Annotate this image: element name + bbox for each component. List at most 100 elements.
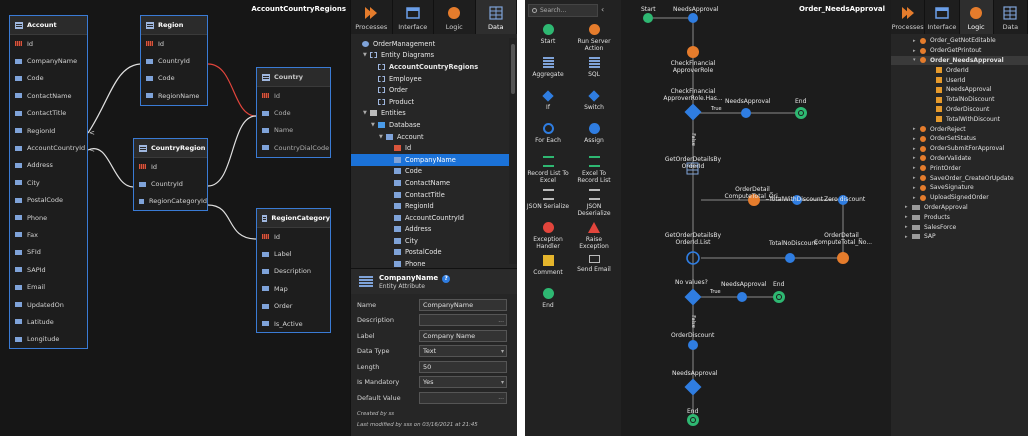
caret-icon[interactable]: ▾: [913, 57, 920, 63]
tree-item[interactable]: OrderDiscount: [891, 105, 1028, 115]
tree-item[interactable]: ▸ OrderReject: [891, 124, 1028, 134]
caret-icon[interactable]: ▼: [363, 110, 370, 116]
node-get-order-details-list[interactable]: GetOrderDetailsBy OrderId.List: [661, 232, 725, 246]
node-check-has-role[interactable]: CheckFinancial ApproverRole.Has...: [659, 88, 727, 102]
entity-attribute-row[interactable]: Is_Active: [257, 315, 330, 332]
caret-icon[interactable]: ▸: [905, 234, 912, 240]
entity-attribute-row[interactable]: Fax: [10, 226, 87, 243]
toolbox-item[interactable]: If: [525, 90, 571, 111]
toolbox-item[interactable]: Record List To Excel: [525, 156, 571, 184]
tree-item[interactable]: ▾ Order_NeedsApproval: [891, 55, 1028, 66]
help-icon[interactable]: ?: [442, 274, 451, 283]
logic-tree[interactable]: ▸ Order_GetNotEditable ▸ OrderGetPrintout ▾ O…: [891, 34, 1028, 436]
node-needs-approval-mid[interactable]: NeedsApproval: [725, 98, 770, 105]
tree-item[interactable]: Employee: [351, 73, 509, 85]
tree-item[interactable]: ▸ SAP: [891, 232, 1028, 242]
toolbox-item[interactable]: Switch: [571, 90, 617, 111]
entity-attribute-row[interactable]: Code: [141, 70, 207, 87]
entity-attribute-row[interactable]: CompanyName: [10, 52, 87, 69]
tree-item[interactable]: ▸ UploadSignedOrder: [891, 193, 1028, 203]
entity-attribute-row[interactable]: Address: [10, 157, 87, 174]
entity-attribute-row[interactable]: Email: [10, 278, 87, 295]
toolbox-item[interactable]: Start: [525, 24, 571, 45]
caret-icon[interactable]: ▸: [913, 136, 920, 142]
entity-attribute-row[interactable]: Latitude: [10, 313, 87, 330]
toolbox-item[interactable]: SQL: [571, 57, 617, 78]
entity-attribute-row[interactable]: Id: [10, 35, 87, 52]
tree-item[interactable]: PostalCode: [351, 247, 509, 259]
tree-item[interactable]: UserId: [891, 75, 1028, 85]
tree-item[interactable]: Code: [351, 166, 509, 178]
node-no-values[interactable]: No values?: [675, 279, 708, 286]
toolbox-item[interactable]: JSON Deserialize: [571, 189, 617, 217]
toolbox-item[interactable]: End: [525, 288, 571, 309]
tree-item[interactable]: ▸ OrderValidate: [891, 154, 1028, 164]
entity-country-region[interactable]: CountryRegion Id CountryId RegionCategoryI…: [133, 138, 208, 212]
tree-item[interactable]: TotalWithDiscount: [891, 114, 1028, 124]
entity-attribute-row[interactable]: SFId: [10, 244, 87, 261]
tree-item[interactable]: OrderManagement: [351, 38, 509, 50]
property-value-field[interactable]: Yes: [419, 376, 507, 389]
entity-attribute-row[interactable]: RegionName: [141, 87, 207, 104]
caret-icon[interactable]: ▸: [913, 38, 920, 44]
caret-icon[interactable]: ▼: [379, 134, 386, 140]
caret-icon[interactable]: ▸: [913, 165, 920, 171]
entity-attribute-row[interactable]: AccountCountryId: [10, 139, 87, 156]
tree-item[interactable]: ▸ Products: [891, 212, 1028, 222]
entity-attribute-row[interactable]: CountryId: [134, 175, 207, 192]
property-value-field[interactable]: 50: [419, 360, 507, 373]
toolbox-item[interactable]: Exception Handler: [525, 222, 571, 250]
entity-attribute-row[interactable]: Id: [257, 87, 330, 104]
caret-icon[interactable]: ▸: [913, 48, 920, 54]
entity-attribute-row[interactable]: Id: [141, 35, 207, 52]
toolbox-item[interactable]: Excel To Record List: [571, 156, 617, 184]
entity-attribute-row[interactable]: Code: [10, 70, 87, 87]
tree-item[interactable]: ▸ SaveOrder_CreateOrUpdate: [891, 173, 1028, 183]
tree-item[interactable]: Address: [351, 224, 509, 236]
node-order-discount[interactable]: OrderDiscount: [671, 332, 714, 339]
node-start[interactable]: Start: [641, 6, 656, 13]
caret-icon[interactable]: ▼: [363, 52, 370, 58]
tree-item[interactable]: AccountCountryRegions: [351, 61, 509, 73]
node-check-financial[interactable]: CheckFinancial ApproverRole: [667, 60, 719, 74]
tab-data[interactable]: Data: [475, 0, 517, 34]
entity-account[interactable]: Account Id CompanyName Code ContactName Cont…: [9, 15, 88, 350]
toolbox-item[interactable]: JSON Serialize: [525, 189, 571, 210]
tree-item[interactable]: Id: [351, 142, 509, 154]
tree-item[interactable]: TotalNoDiscount: [891, 95, 1028, 105]
node-needs-approval-low[interactable]: NeedsApproval: [721, 281, 766, 288]
toolbox-item[interactable]: For Each: [525, 123, 571, 144]
entity-attribute-row[interactable]: Code: [257, 104, 330, 121]
node-total-with-discount[interactable]: TotalWithDiscount: [769, 196, 823, 203]
caret-icon[interactable]: ▸: [905, 204, 912, 210]
tab-logic[interactable]: Logic: [959, 0, 994, 34]
node-end-3[interactable]: End: [687, 408, 698, 415]
property-value-field[interactable]: Company Name: [419, 329, 507, 342]
entity-attribute-row[interactable]: Phone: [10, 209, 87, 226]
toolbox-item[interactable]: Comment: [525, 255, 571, 276]
caret-icon[interactable]: ▸: [913, 155, 920, 161]
entity-attribute-row[interactable]: RegionCategoryId: [134, 193, 207, 210]
entity-attribute-row[interactable]: Longitude: [10, 331, 87, 348]
tab-logic[interactable]: Logic: [434, 0, 476, 34]
caret-icon[interactable]: ▸: [913, 195, 920, 201]
entity-attribute-row[interactable]: SAPId: [10, 261, 87, 278]
entity-attribute-row[interactable]: Order: [257, 298, 330, 315]
entity-attribute-row[interactable]: ContactTitle: [10, 105, 87, 122]
tree-item[interactable]: ▼ Entities: [351, 108, 509, 120]
entity-attribute-row[interactable]: CountryId: [141, 52, 207, 69]
entity-attribute-row[interactable]: Id: [134, 158, 207, 175]
node-needs-approval-top[interactable]: NeedsApproval: [673, 6, 718, 13]
tree-item[interactable]: ▸ PrintOrder: [891, 163, 1028, 173]
tab-processes[interactable]: Processes: [351, 0, 393, 34]
entity-country[interactable]: Country Id Code Name CountryDialCode: [256, 67, 331, 158]
tree-item[interactable]: AccountCountryId: [351, 212, 509, 224]
property-value-field[interactable]: [419, 314, 507, 327]
node-needs-approval-bottom[interactable]: NeedsApproval: [672, 370, 717, 377]
entity-attribute-row[interactable]: RegionId: [10, 122, 87, 139]
tree-item[interactable]: OrderId: [891, 65, 1028, 75]
tree-scrollbar[interactable]: [509, 38, 517, 264]
module-tree[interactable]: OrderManagement ▼ Entity Diagrams AccountCo…: [351, 38, 509, 280]
tree-item[interactable]: ContactName: [351, 177, 509, 189]
tab-data[interactable]: Data: [994, 0, 1028, 34]
